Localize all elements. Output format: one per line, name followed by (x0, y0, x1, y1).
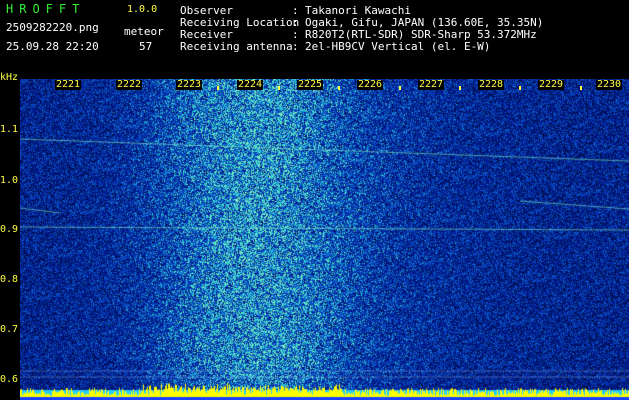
spectrogram-image (20, 79, 629, 400)
x-tick-label: 2223 (175, 79, 203, 90)
datetime: 25.09.28 22:20 (6, 40, 99, 53)
info-colon: : (292, 40, 299, 53)
y-tick-label: 0.7 (0, 324, 19, 335)
file-name: 2509282220.png (6, 21, 99, 34)
event-label: meteor (124, 25, 164, 38)
x-tick-label: 2222 (115, 79, 143, 90)
x-tick-label: 2221 (54, 79, 82, 90)
y-tick-label: 0.8 (0, 274, 19, 285)
spectrogram-plot (20, 79, 629, 400)
x-tick-label: 2224 (236, 79, 264, 90)
info-label-antenna: Receiving antenna (180, 40, 293, 53)
x-tick-mark (217, 86, 219, 90)
x-tick-mark (338, 86, 340, 90)
app-name: HROFFT (6, 2, 86, 16)
x-tick-label: 2230 (595, 79, 623, 90)
x-tick-label: 2227 (417, 79, 445, 90)
x-tick-label: 2229 (537, 79, 565, 90)
x-tick-mark (399, 86, 401, 90)
x-tick-mark (278, 86, 280, 90)
info-value-antenna: 2el-HB9CV Vertical (el. E-W) (305, 40, 491, 53)
y-tick-label: 1.1 (0, 124, 19, 135)
x-tick-label: 2226 (356, 79, 384, 90)
header-panel: HROFFT 1.0.0 2509282220.png 25.09.28 22:… (0, 0, 629, 78)
event-count: 57 (139, 40, 153, 53)
x-tick-label: 2228 (477, 79, 505, 90)
x-tick-mark (580, 86, 582, 90)
x-tick-mark (519, 86, 521, 90)
y-tick-label: 0.6 (0, 374, 19, 385)
y-axis: 1.1 1.0 0.9 0.8 0.7 0.6 (0, 79, 20, 400)
app-version: 1.0.0 (127, 4, 158, 15)
y-tick-label: 0.9 (0, 224, 19, 235)
x-tick-mark (459, 86, 461, 90)
y-tick-label: 1.0 (0, 175, 19, 186)
x-tick-label: 2225 (296, 79, 324, 90)
